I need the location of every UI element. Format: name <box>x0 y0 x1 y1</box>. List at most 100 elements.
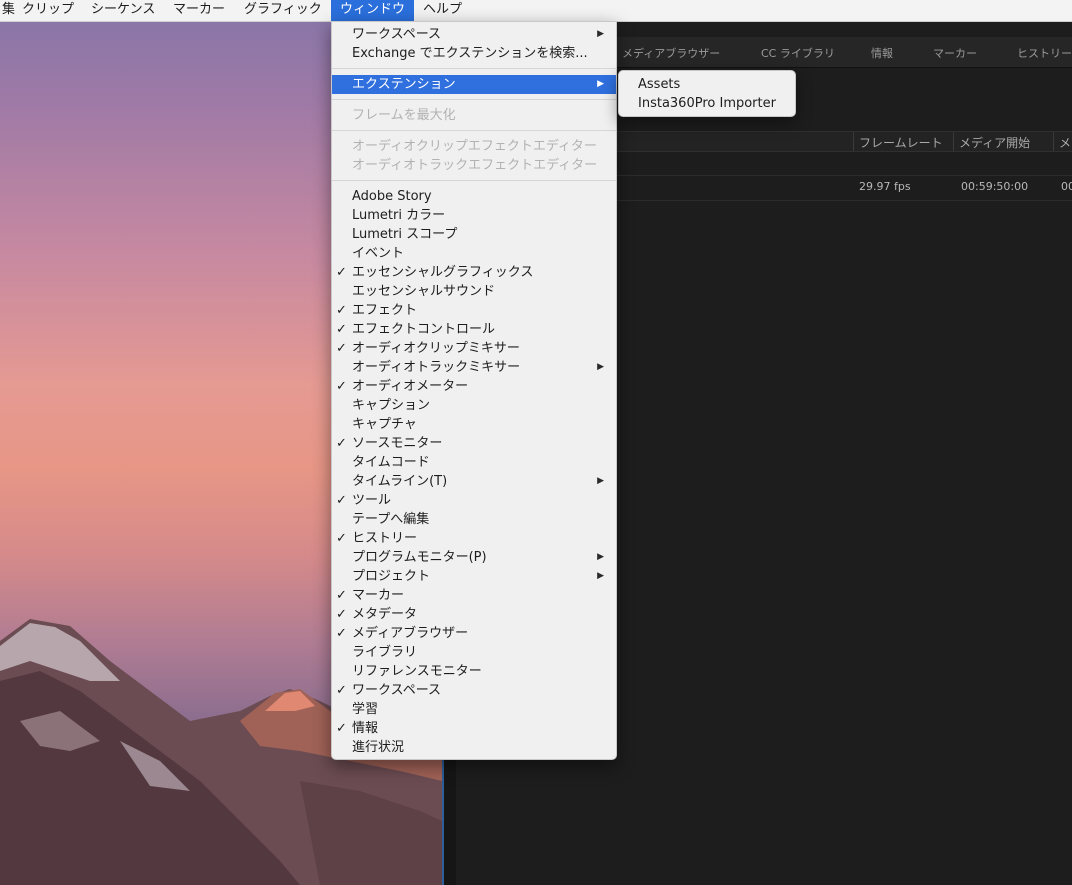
menu-item-label: ツール <box>352 493 392 508</box>
menu-item-exchange-search[interactable]: Exchange でエクステンションを検索... <box>332 44 616 63</box>
menu-item-label: Adobe Story <box>352 189 432 204</box>
menu-item-panel[interactable]: ✓ メディアブラウザー <box>332 624 616 643</box>
menu-item-extensions[interactable]: エクステンション ▶ <box>332 75 616 94</box>
menu-item-panel[interactable]: キャプション <box>332 396 616 415</box>
checkmark-icon: ✓ <box>336 322 347 337</box>
menu-item-panel[interactable]: ✓ ツール <box>332 491 616 510</box>
checkmark-icon: ✓ <box>336 436 347 451</box>
menu-marker[interactable]: マーカー <box>166 0 232 21</box>
menu-item-label: ヒストリー <box>352 531 418 546</box>
menu-item-label: Exchange でエクステンションを検索... <box>352 46 588 61</box>
menu-item-label: プログラムモニター(P) <box>352 550 487 565</box>
menu-item-panel[interactable]: ✓ エフェクト <box>332 301 616 320</box>
menu-item-panel[interactable]: Adobe Story <box>332 187 616 206</box>
menu-item-panel[interactable]: ✓ エフェクトコントロール <box>332 320 616 339</box>
checkmark-icon: ✓ <box>336 493 347 508</box>
menu-item-label: ライブラリ <box>352 645 418 660</box>
menu-item-panel[interactable]: ✓ マーカー <box>332 586 616 605</box>
menu-separator <box>332 130 616 131</box>
submenu-item-assets[interactable]: Assets <box>619 75 795 94</box>
menu-sequence[interactable]: シーケンス <box>84 0 162 21</box>
menu-item-label: 学習 <box>352 702 379 717</box>
menu-item-label: テープへ編集 <box>352 512 430 527</box>
cell-truncated: 00 <box>1061 180 1072 193</box>
menu-item-label: 情報 <box>352 721 379 736</box>
tab-markers[interactable]: マーカー <box>933 45 977 61</box>
menu-item-panel[interactable]: リファレンスモニター <box>332 662 616 681</box>
menu-item-panel[interactable]: タイムコード <box>332 453 616 472</box>
menu-item-label: リファレンスモニター <box>352 664 482 679</box>
menu-item-panel[interactable]: テープへ編集 <box>332 510 616 529</box>
menu-item-label: オーディオクリップエフェクトエディター <box>352 139 597 154</box>
menu-bar: 集 クリップ シーケンス マーカー グラフィック ウィンドウ ヘルプ <box>0 0 1072 22</box>
checkmark-icon: ✓ <box>336 531 347 546</box>
menu-clip[interactable]: クリップ <box>15 0 81 21</box>
menu-item-panel[interactable]: 学習 <box>332 700 616 719</box>
menu-item-panel[interactable]: ✓ 情報 <box>332 719 616 738</box>
menu-item-label: タイムライン(T) <box>352 474 448 489</box>
menu-item-panel[interactable]: ライブラリ <box>332 643 616 662</box>
checkmark-icon: ✓ <box>336 683 347 698</box>
submenu-item-label: Assets <box>638 77 681 92</box>
tab-cc-libraries[interactable]: CC ライブラリ <box>761 45 835 61</box>
checkmark-icon: ✓ <box>336 341 347 356</box>
menu-item-panel[interactable]: プログラムモニター(P) ▶ <box>332 548 616 567</box>
menu-item-label: フレームを最大化 <box>352 108 456 123</box>
menu-item-label: エッセンシャルグラフィックス <box>352 265 534 280</box>
menu-item-panel[interactable]: タイムライン(T) ▶ <box>332 472 616 491</box>
menu-item-panel[interactable]: ✓ メタデータ <box>332 605 616 624</box>
menu-item-label: オーディオトラックエフェクトエディター <box>352 158 598 173</box>
menu-item-audio-clip-effect-editor: オーディオクリップエフェクトエディター <box>332 137 616 156</box>
menu-item-label: ソースモニター <box>352 436 443 451</box>
menu-window[interactable]: ウィンドウ <box>331 0 415 21</box>
menu-item-label: オーディオトラックミキサー <box>352 360 521 375</box>
menu-item-panel[interactable]: ✓ エッセンシャルグラフィックス <box>332 263 616 282</box>
submenu-arrow-icon: ▶ <box>597 476 604 486</box>
menu-item-label: ワークスペース <box>352 27 442 42</box>
menu-graphics[interactable]: グラフィック <box>237 0 329 21</box>
menu-item-panel[interactable]: ✓ オーディオメーター <box>332 377 616 396</box>
menu-separator <box>332 68 616 69</box>
menu-item-panel[interactable]: Lumetri カラー <box>332 206 616 225</box>
menu-item-label: ワークスペース <box>352 683 442 698</box>
menu-item-panel[interactable]: プロジェクト ▶ <box>332 567 616 586</box>
tab-info[interactable]: 情報 <box>871 45 893 61</box>
menu-item-panel[interactable]: ✓ ワークスペース <box>332 681 616 700</box>
menu-item-panel[interactable]: オーディオトラックミキサー ▶ <box>332 358 616 377</box>
column-frame-rate[interactable]: フレームレート <box>859 134 943 151</box>
menu-item-label: エクステンション <box>352 77 456 92</box>
menu-item-maximize-frame: フレームを最大化 <box>332 106 616 125</box>
menu-item-panel[interactable]: 進行状況 <box>332 738 616 757</box>
menu-separator <box>332 99 616 100</box>
menu-item-label: 進行状況 <box>352 740 405 755</box>
menu-item-label: キャプション <box>352 398 431 413</box>
submenu-item-insta360pro-importer[interactable]: Insta360Pro Importer <box>619 94 795 113</box>
menu-item-panel[interactable]: Lumetri スコープ <box>332 225 616 244</box>
column-media-start[interactable]: メディア開始 <box>959 134 1030 151</box>
checkmark-icon: ✓ <box>336 265 347 280</box>
submenu-arrow-icon: ▶ <box>597 362 604 372</box>
extensions-submenu: Assets Insta360Pro Importer <box>618 70 796 117</box>
menu-item-panel[interactable]: イベント <box>332 244 616 263</box>
menu-item-panel[interactable]: ✓ ソースモニター <box>332 434 616 453</box>
menu-item-label: エッセンシャルサウンド <box>352 284 496 299</box>
menu-item-label: マーカー <box>352 588 405 603</box>
submenu-arrow-icon: ▶ <box>597 571 604 581</box>
menu-help[interactable]: ヘルプ <box>416 0 469 21</box>
menu-item-workspace[interactable]: ワークスペース ▶ <box>332 25 616 44</box>
menu-item-panel[interactable]: エッセンシャルサウンド <box>332 282 616 301</box>
menu-item-label: Lumetri カラー <box>352 208 446 223</box>
window-menu-dropdown: ワークスペース ▶ Exchange でエクステンションを検索... エクステン… <box>331 21 617 760</box>
menu-item-panel[interactable]: キャプチャ <box>332 415 616 434</box>
menu-item-panel[interactable]: ✓ オーディオクリップミキサー <box>332 339 616 358</box>
submenu-arrow-icon: ▶ <box>597 79 604 89</box>
tab-media-browser[interactable]: メディアブラウザー <box>622 45 720 61</box>
menu-item-label: エフェクトコントロール <box>352 322 496 337</box>
tab-history[interactable]: ヒストリー <box>1017 45 1072 61</box>
submenu-arrow-icon: ▶ <box>597 29 604 39</box>
submenu-arrow-icon: ▶ <box>597 552 604 562</box>
menu-item-panel[interactable]: ✓ ヒストリー <box>332 529 616 548</box>
menu-item-label: メタデータ <box>352 607 418 622</box>
menu-item-label: タイムコード <box>352 455 430 470</box>
column-truncated[interactable]: メ <box>1059 134 1071 151</box>
